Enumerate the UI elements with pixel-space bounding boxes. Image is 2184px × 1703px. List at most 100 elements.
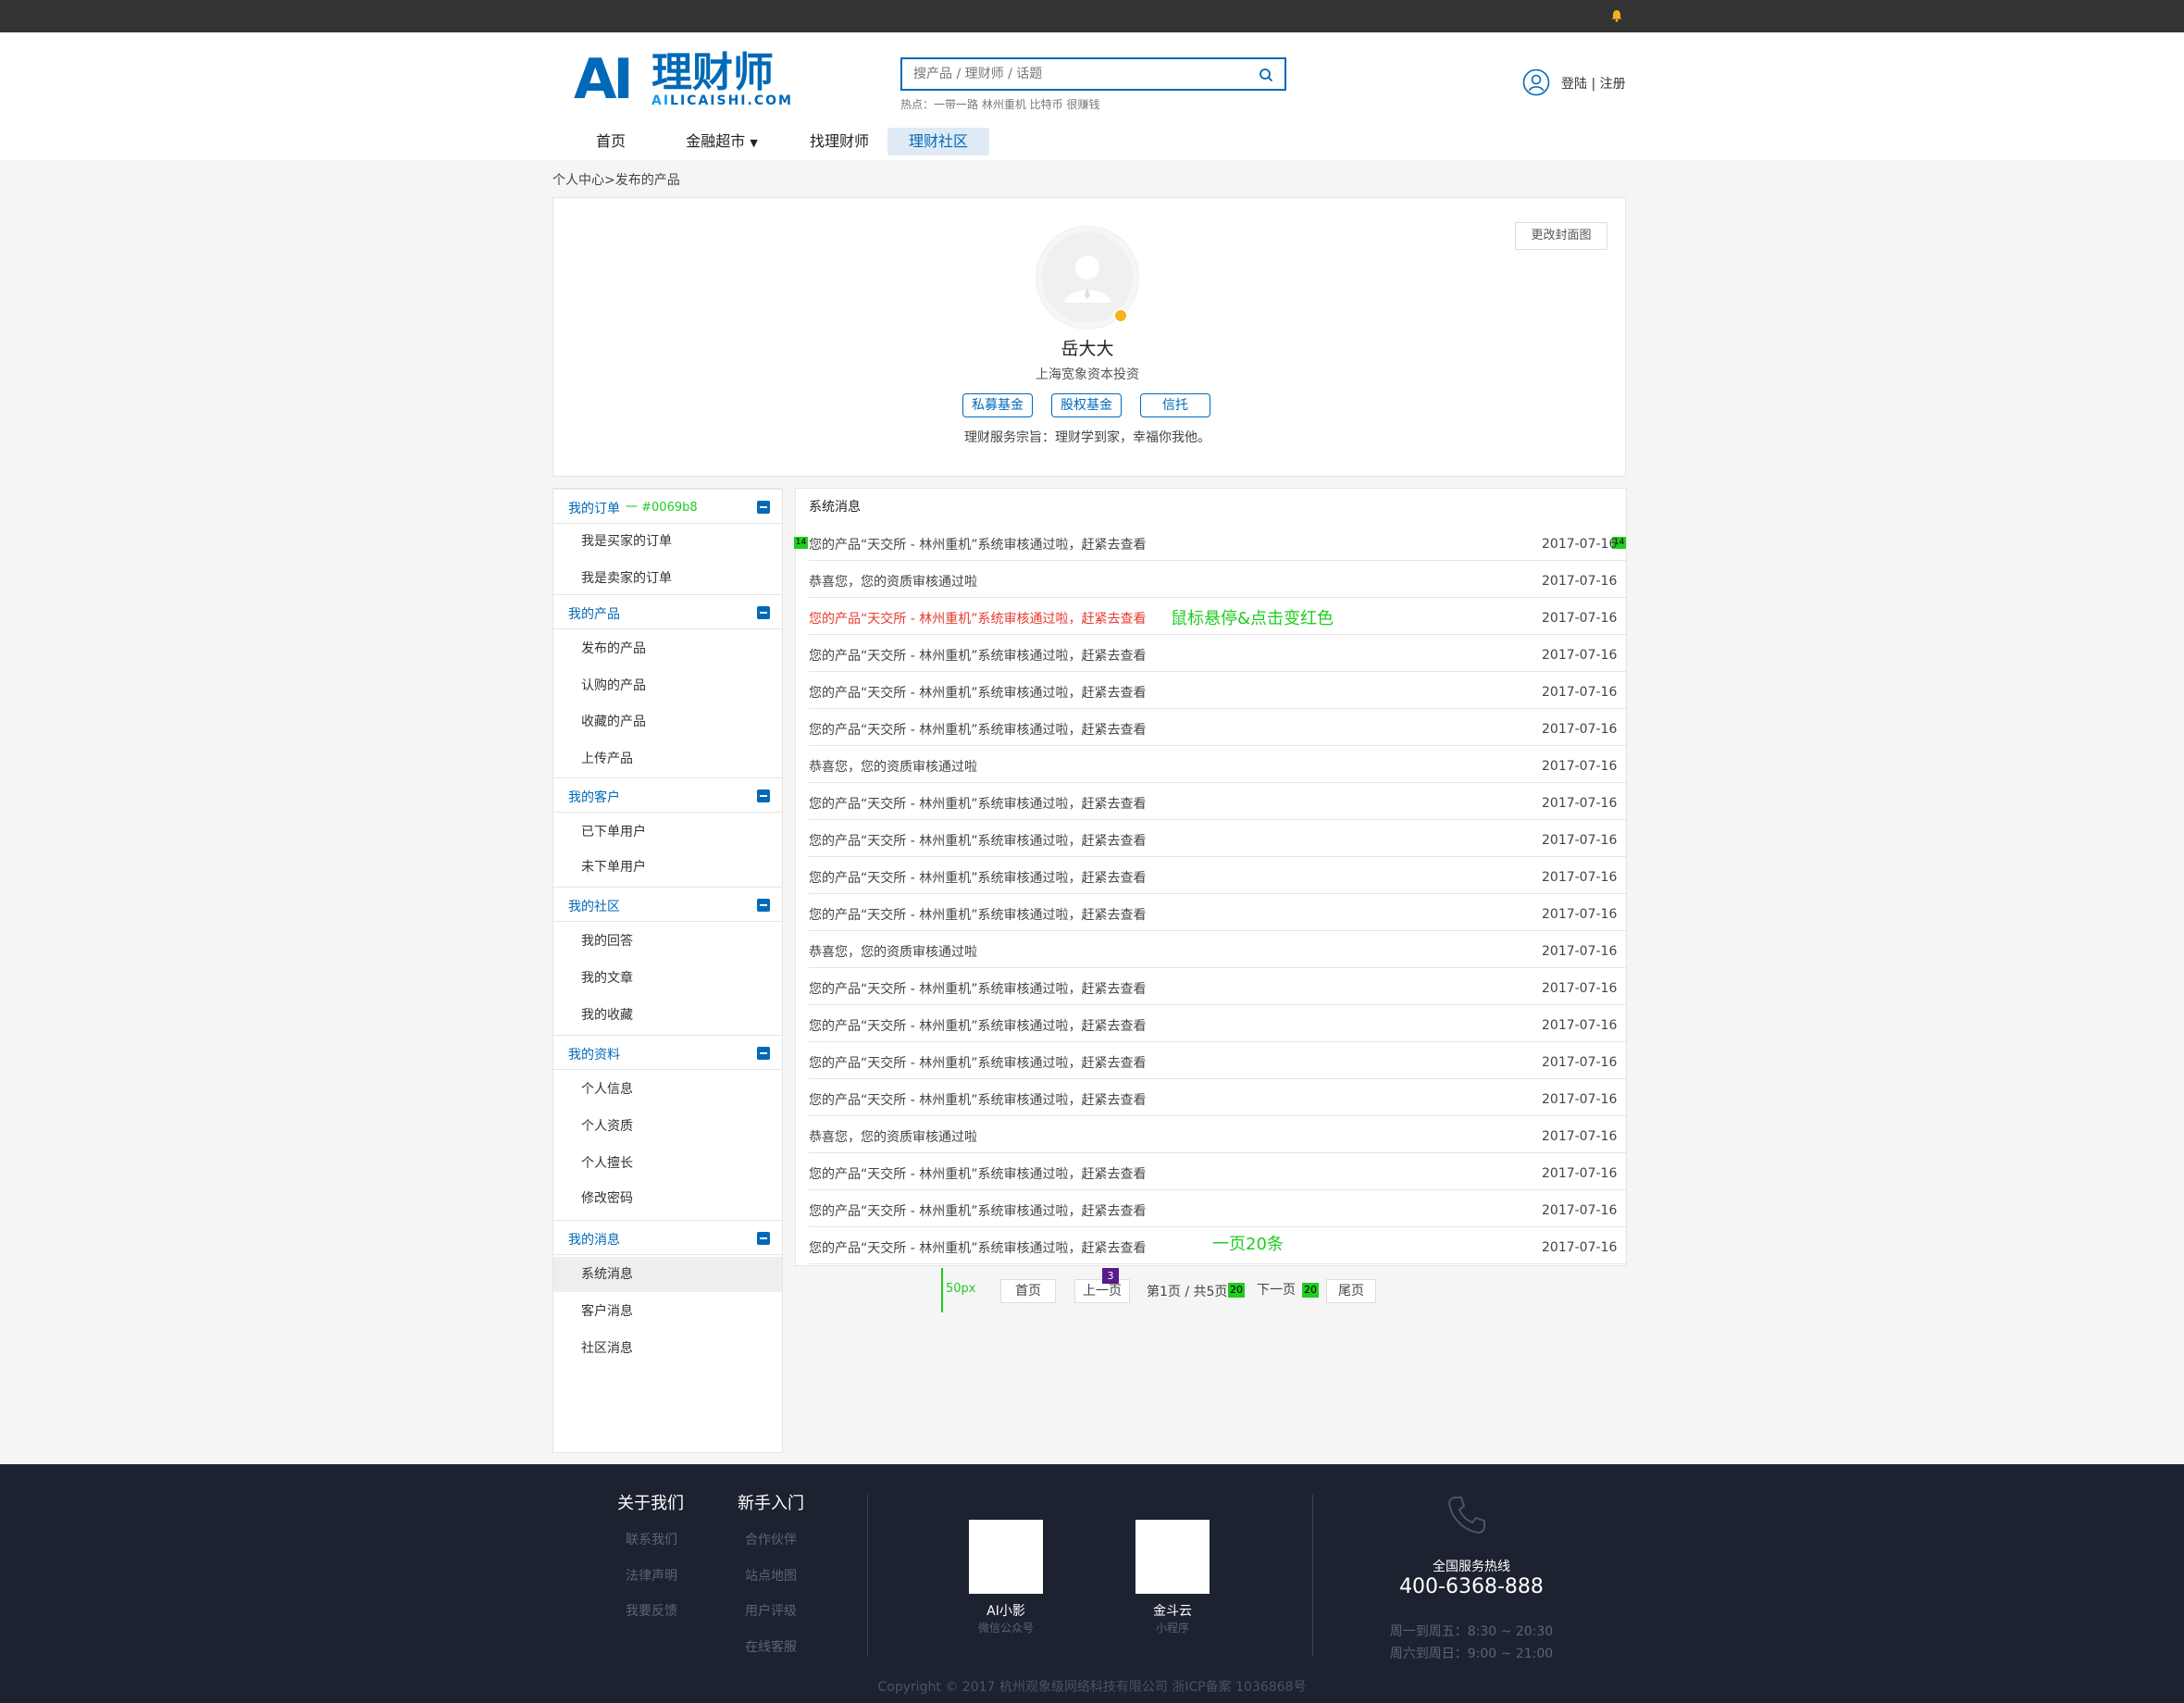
message-text[interactable]: 您的产品“天交所 - 林州重机”系统审核通过啦，赶紧去查看 <box>809 905 1146 924</box>
footer-link-feedback[interactable]: 我要反馈 <box>626 1601 677 1620</box>
sidebar-item-favorites[interactable]: 收藏的产品 <box>553 704 782 740</box>
message-text[interactable]: 您的产品“天交所 - 林州重机”系统审核通过啦，赶紧去查看 <box>809 1053 1146 1072</box>
sidebar-item-buyer-orders[interactable]: 我是买家的订单 <box>553 524 782 559</box>
footer-link-support[interactable]: 在线客服 <box>745 1637 797 1656</box>
collapse-icon[interactable] <box>757 899 770 912</box>
message-text[interactable]: 恭喜您，您的资质审核通过啦 <box>809 572 977 590</box>
collapse-icon[interactable] <box>757 501 770 514</box>
message-row[interactable]: 您的产品“天交所 - 林州重机”系统审核通过啦，赶紧去查看 2017-07-16 <box>809 783 1627 820</box>
verified-badge-icon <box>1113 308 1128 323</box>
message-row[interactable]: 您的产品“天交所 - 林州重机”系统审核通过啦，赶紧去查看 2017-07-16 <box>809 820 1627 857</box>
hot-keywords[interactable]: 热点：一带一路 林州重机 比特币 很赚钱 <box>900 96 1099 112</box>
footer-link-contact[interactable]: 联系我们 <box>626 1530 677 1548</box>
nav-community[interactable]: 理财社区 <box>887 128 989 155</box>
message-text[interactable]: 您的产品“天交所 - 林州重机”系统审核通过啦，赶紧去查看 <box>809 1201 1146 1220</box>
footer-link-sitemap[interactable]: 站点地图 <box>745 1566 797 1585</box>
sidebar-item-community-messages[interactable]: 社区消息 <box>553 1331 782 1366</box>
search-icon[interactable] <box>1259 68 1273 82</box>
message-row[interactable]: 您的产品“天交所 - 林州重机”系统审核通过啦，赶紧去查看 2017-07-16 <box>809 524 1627 561</box>
message-row[interactable]: 恭喜您，您的资质审核通过啦 2017-07-16 <box>809 931 1627 968</box>
logo[interactable]: AI 理财师 AILICAISHI.COM <box>574 49 791 108</box>
message-date: 2017-07-16 <box>1542 981 1618 996</box>
sidebar-item-collections[interactable]: 我的收藏 <box>553 998 782 1033</box>
collapse-icon[interactable] <box>757 1232 770 1245</box>
message-row[interactable]: 恭喜您，您的资质审核通过啦 2017-07-16 <box>809 561 1627 598</box>
sidebar-section-community[interactable]: 我的社区 <box>553 887 782 922</box>
message-text[interactable]: 您的产品“天交所 - 林州重机”系统审核通过啦，赶紧去查看 <box>809 683 1146 702</box>
message-text[interactable]: 恭喜您，您的资质审核通过啦 <box>809 942 977 961</box>
message-row[interactable]: 您的产品“天交所 - 林州重机”系统审核通过啦，赶紧去查看 2017-07-16 <box>809 1079 1627 1116</box>
login-register-link[interactable]: 登陆 | 注册 <box>1561 74 1626 93</box>
message-text[interactable]: 您的产品“天交所 - 林州重机”系统审核通过啦，赶紧去查看 <box>809 1016 1146 1035</box>
tag-trust[interactable]: 信托 <box>1140 393 1210 417</box>
message-text[interactable]: 恭喜您，您的资质审核通过啦 <box>809 757 977 776</box>
annotation-spacing-line <box>941 1268 943 1312</box>
message-row[interactable]: 您的产品“天交所 - 林州重机”系统审核通过啦，赶紧去查看 2017-07-16 <box>809 1153 1627 1190</box>
profile-motto: 理财服务宗旨：理财学到家，幸福你我他。 <box>964 430 1210 445</box>
sidebar-item-info[interactable]: 个人信息 <box>553 1072 782 1107</box>
footer-link-legal[interactable]: 法律声明 <box>626 1566 677 1585</box>
sidebar-item-ordered-users[interactable]: 已下单用户 <box>553 814 782 850</box>
collapse-icon[interactable] <box>757 789 770 802</box>
user-icon[interactable] <box>1522 68 1550 96</box>
sidebar-item-upload[interactable]: 上传产品 <box>553 741 782 777</box>
sidebar-item-subscribed[interactable]: 认购的产品 <box>553 668 782 703</box>
message-row[interactable]: 您的产品“天交所 - 林州重机”系统审核通过啦，赶紧去查看 2017-07-16 <box>809 894 1627 931</box>
message-text[interactable]: 您的产品“天交所 - 林州重机”系统审核通过啦，赶紧去查看 <box>809 1164 1146 1183</box>
message-row[interactable]: 您的产品“天交所 - 林州重机”系统审核通过啦，赶紧去查看 2017-07-16 <box>809 1042 1627 1079</box>
nav-home[interactable]: 首页 <box>574 128 648 155</box>
message-row[interactable]: 您的产品“天交所 - 林州重机”系统审核通过啦，赶紧去查看 2017-07-16 <box>809 857 1627 894</box>
message-text[interactable]: 您的产品“天交所 - 林州重机”系统审核通过啦，赶紧去查看 <box>809 831 1146 850</box>
message-text[interactable]: 恭喜您，您的资质审核通过啦 <box>809 1127 977 1146</box>
sidebar-item-seller-orders[interactable]: 我是卖家的订单 <box>553 561 782 596</box>
message-text[interactable]: 您的产品“天交所 - 林州重机”系统审核通过啦，赶紧去查看 <box>809 535 1146 553</box>
footer-link-partners[interactable]: 合作伙伴 <box>745 1530 797 1548</box>
message-date: 2017-07-16 <box>1542 833 1618 848</box>
tag-equity-fund[interactable]: 股权基金 <box>1051 393 1122 417</box>
message-row[interactable]: 恭喜您，您的资质审核通过啦 2017-07-16 <box>809 1116 1627 1153</box>
message-row[interactable]: 恭喜您，您的资质审核通过啦 2017-07-16 <box>809 746 1627 783</box>
message-row[interactable]: 您的产品“天交所 - 林州重机”系统审核通过啦，赶紧去查看 2017-07-16 <box>809 635 1627 672</box>
sidebar-item-published[interactable]: 发布的产品 <box>553 631 782 666</box>
message-date: 2017-07-16 <box>1542 1166 1618 1181</box>
change-cover-button[interactable]: 更改封面图 <box>1515 222 1607 250</box>
message-row[interactable]: 您的产品“天交所 - 林州重机”系统审核通过啦，赶紧去查看 2017-07-16 <box>809 1005 1627 1042</box>
message-text[interactable]: 您的产品“天交所 - 林州重机”系统审核通过啦，赶紧去查看 <box>809 1238 1146 1257</box>
sidebar-section-messages[interactable]: 我的消息 <box>553 1220 782 1255</box>
message-row[interactable]: 您的产品“天交所 - 林州重机”系统审核通过啦，赶紧去查看 2017-07-16 <box>809 968 1627 1005</box>
collapse-icon[interactable] <box>757 1047 770 1060</box>
message-text[interactable]: 您的产品“天交所 - 林州重机”系统审核通过啦，赶紧去查看 <box>809 1090 1146 1109</box>
page-first-button[interactable]: 首页 <box>1000 1279 1056 1303</box>
collapse-icon[interactable] <box>757 606 770 619</box>
message-text[interactable]: 您的产品“天交所 - 林州重机”系统审核通过啦，赶紧去查看 <box>809 646 1146 665</box>
page-next-button[interactable]: 下一页 <box>1248 1279 1304 1303</box>
message-row[interactable]: 您的产品“天交所 - 林州重机”系统审核通过啦，赶紧去查看 2017-07-16 <box>809 709 1627 746</box>
sidebar-item-answers[interactable]: 我的回答 <box>553 924 782 959</box>
message-text[interactable]: 您的产品“天交所 - 林州重机”系统审核通过啦，赶紧去查看 <box>809 609 1146 628</box>
message-text[interactable]: 您的产品“天交所 - 林州重机”系统审核通过啦，赶紧去查看 <box>809 794 1146 813</box>
sidebar-item-articles[interactable]: 我的文章 <box>553 961 782 996</box>
search-input[interactable] <box>913 65 1247 83</box>
sidebar-item-unordered-users[interactable]: 未下单用户 <box>553 850 782 885</box>
tag-private-fund[interactable]: 私募基金 <box>962 393 1033 417</box>
message-row[interactable]: 您的产品“天交所 - 林州重机”系统审核通过啦，赶紧去查看 2017-07-16 <box>809 1190 1627 1227</box>
nav-market[interactable]: 金融超市 ▼ <box>676 128 768 155</box>
footer-link-rating[interactable]: 用户评级 <box>745 1601 797 1620</box>
message-text[interactable]: 您的产品“天交所 - 林州重机”系统审核通过啦，赶紧去查看 <box>809 979 1146 998</box>
page-last-button[interactable]: 尾页 <box>1326 1279 1376 1303</box>
sidebar-item-expertise[interactable]: 个人擅长 <box>553 1146 782 1181</box>
sidebar-item-qualification[interactable]: 个人资质 <box>553 1109 782 1144</box>
sidebar-section-profile[interactable]: 我的资料 <box>553 1035 782 1070</box>
sidebar-section-products[interactable]: 我的产品 <box>553 594 782 629</box>
sidebar-section-clients[interactable]: 我的客户 <box>553 777 782 813</box>
footer-divider <box>867 1495 868 1657</box>
message-text[interactable]: 您的产品“天交所 - 林州重机”系统审核通过啦，赶紧去查看 <box>809 868 1146 887</box>
message-text[interactable]: 您的产品“天交所 - 林州重机”系统审核通过啦，赶紧去查看 <box>809 720 1146 739</box>
sidebar-item-client-messages[interactable]: 客户消息 <box>553 1294 782 1329</box>
sidebar-item-password[interactable]: 修改密码 <box>553 1181 782 1216</box>
bell-icon[interactable] <box>1610 9 1623 22</box>
sidebar-item-system-messages[interactable]: 系统消息 <box>553 1257 782 1292</box>
message-row[interactable]: 您的产品“天交所 - 林州重机”系统审核通过啦，赶紧去查看 2017-07-16 <box>809 672 1627 709</box>
message-date: 2017-07-16 <box>1542 870 1618 885</box>
nav-find[interactable]: 找理财师 <box>788 128 890 155</box>
